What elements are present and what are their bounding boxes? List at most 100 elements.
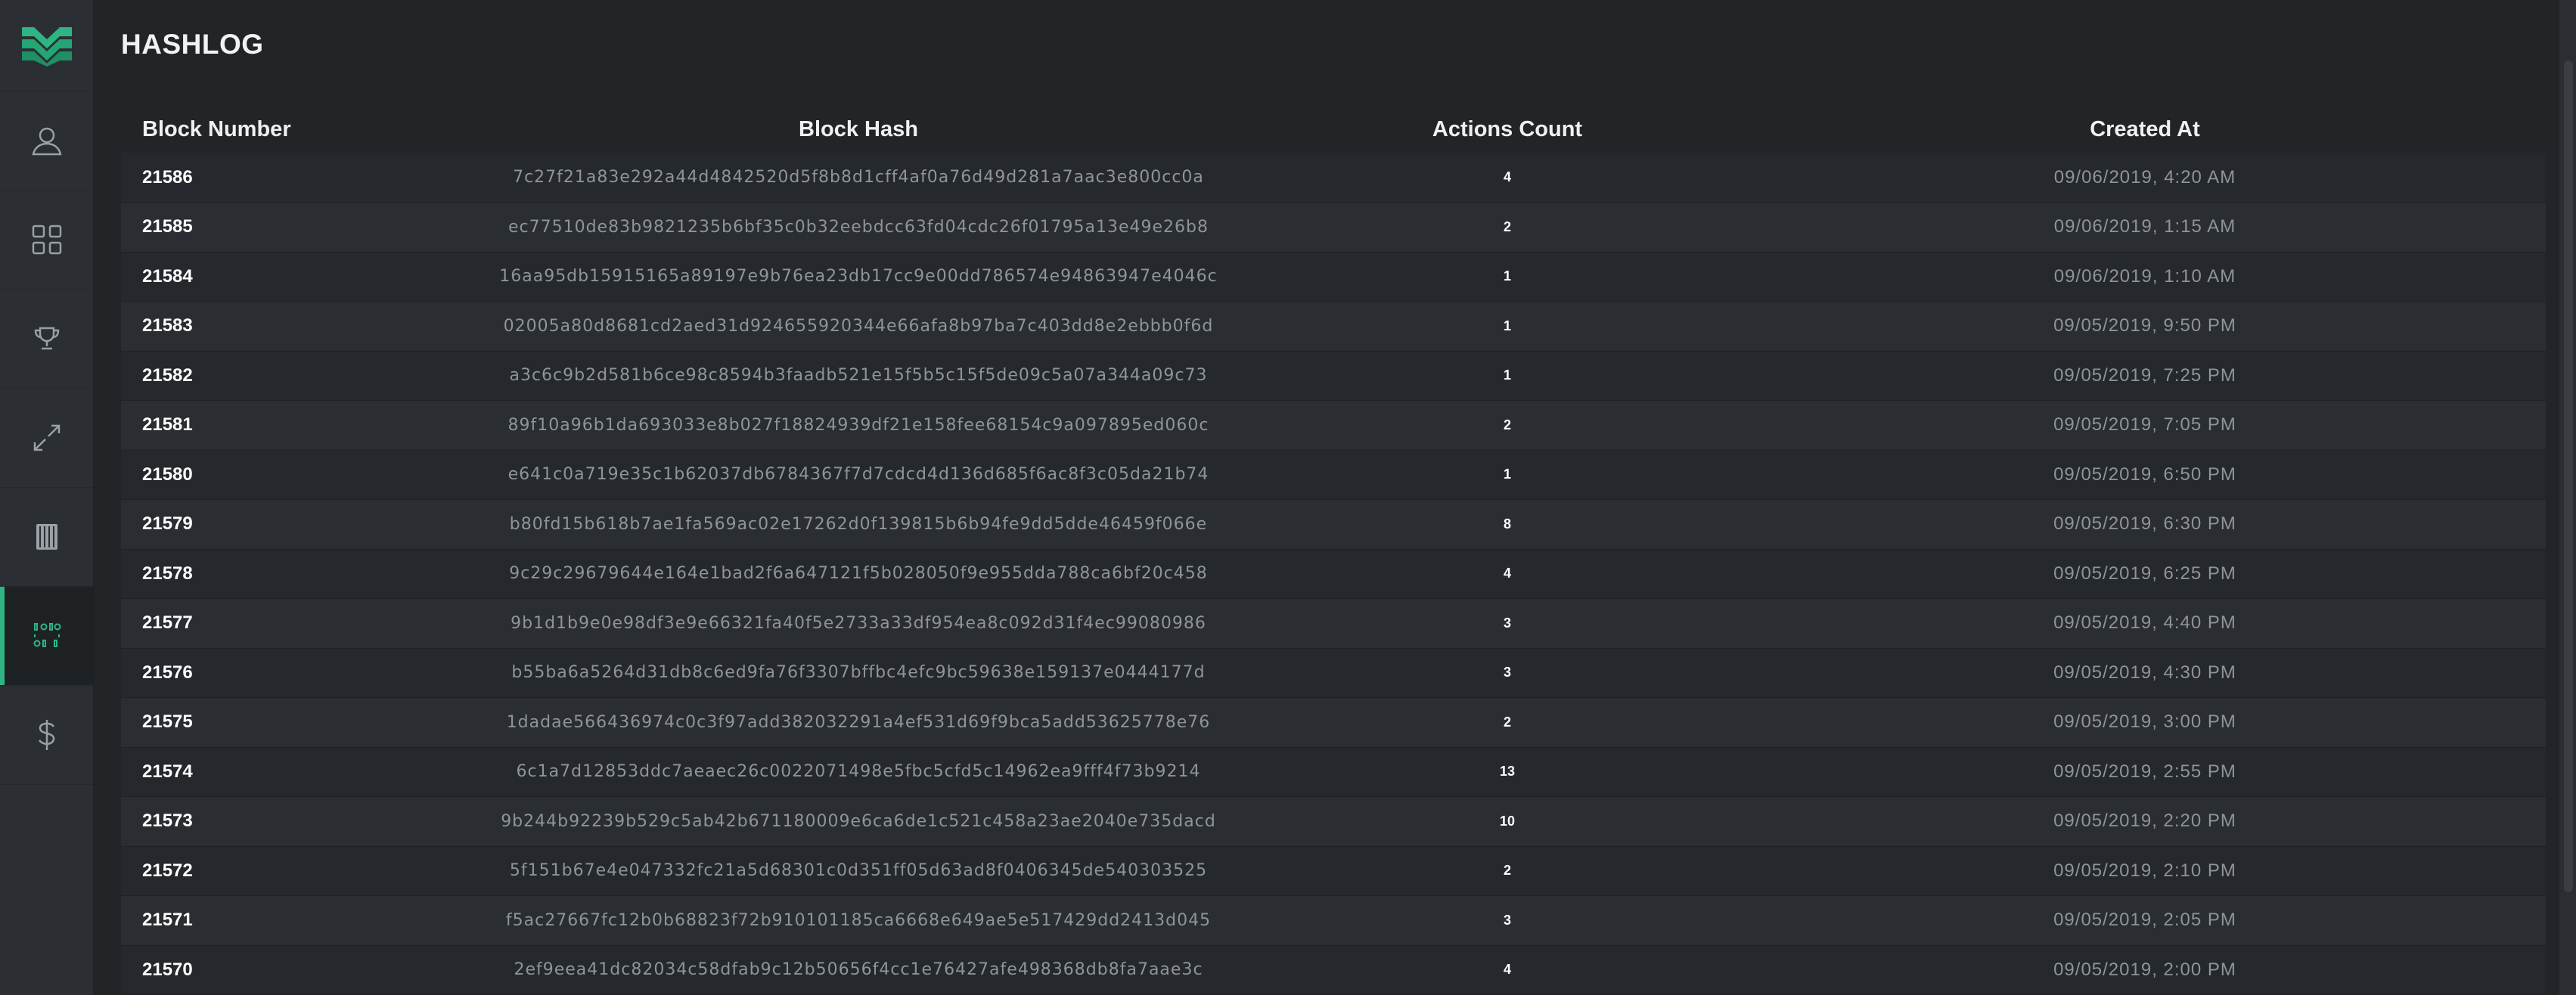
cell-actions-count: 2: [1271, 400, 1744, 451]
cell-block-hash: 1dadae566436974c0c3f97add382032291a4ef53…: [446, 697, 1271, 748]
cell-block-hash: a3c6c9b2d581b6ce98c8594b3faadb521e15f5b5…: [446, 351, 1271, 401]
cell-actions-count: 13: [1271, 747, 1744, 797]
cell-actions-count: 1: [1271, 301, 1744, 352]
table-body: 21586 7c27f21a83e292a44d4842520d5f8b8d1cf…: [121, 153, 2546, 995]
cell-created-at: 09/05/2019, 6:30 PM: [1744, 499, 2546, 550]
cell-created-at: 09/05/2019, 2:20 PM: [1744, 796, 2546, 847]
ledger-book-icon: [36, 524, 57, 550]
sidebar-item-ledger[interactable]: [0, 488, 93, 587]
cell-block-hash: 7c27f21a83e292a44d4842520d5f8b8d1cff4af0…: [446, 153, 1271, 203]
cell-block-hash: 9c29c29679644e164e1bad2f6a647121f5b02805…: [446, 549, 1271, 599]
cell-block-hash: 89f10a96b1da693033e8b027f18824939df21e15…: [446, 400, 1271, 451]
table-row[interactable]: 21576 b55ba6a5264d31db8c6ed9fa76f3307bffb…: [121, 648, 2546, 698]
table-row[interactable]: 21572 5f151b67e4e047332fc21a5d68301c0d351…: [121, 846, 2546, 896]
cell-block-number: 21582: [121, 351, 446, 401]
cell-actions-count: 1: [1271, 351, 1744, 401]
cell-actions-count: 3: [1271, 648, 1744, 698]
cell-actions-count: 2: [1271, 697, 1744, 748]
cell-actions-count: 4: [1271, 153, 1744, 203]
sidebar-item-transfers[interactable]: [0, 389, 93, 488]
table-row[interactable]: 21573 9b244b92239b529c5ab42b671180009e6ca…: [121, 796, 2546, 847]
table-row[interactable]: 21582 a3c6c9b2d581b6ce98c8594b3faadb521e1…: [121, 351, 2546, 401]
cell-block-number: 21580: [121, 450, 446, 500]
transfer-arrows-icon: [33, 424, 60, 451]
table-row[interactable]: 21585 ec77510de83b9821235b6bf35c0b32eebdc…: [121, 202, 2546, 253]
cell-block-hash: 2ef9eea41dc82034c58dfab9c12b50656f4cc1e7…: [446, 945, 1271, 995]
cell-block-number: 21583: [121, 301, 446, 352]
cell-created-at: 09/05/2019, 2:10 PM: [1744, 846, 2546, 896]
sidebar-item-dashboard[interactable]: [0, 191, 93, 290]
cell-block-hash: ec77510de83b9821235b6bf35c0b32eebdcc63fd…: [446, 202, 1271, 253]
cell-actions-count: 3: [1271, 895, 1744, 946]
cell-created-at: 09/05/2019, 7:05 PM: [1744, 400, 2546, 451]
hashlog-table-container: Block Number Block Hash Actions Count Cr…: [121, 106, 2546, 995]
cell-block-number: 21577: [121, 598, 446, 649]
user-icon: [31, 127, 62, 156]
cell-created-at: 09/05/2019, 6:25 PM: [1744, 549, 2546, 599]
table-header-row: Block Number Block Hash Actions Count Cr…: [121, 106, 2546, 153]
cell-block-hash: f5ac27667fc12b0b68823f72b910101185ca6668…: [446, 895, 1271, 946]
cell-block-hash: 6c1a7d12853ddc7aeaec26c0022071498e5fbc5c…: [446, 747, 1271, 797]
cell-block-hash: e641c0a719e35c1b62037db6784367f7d7cdcd4d…: [446, 450, 1271, 500]
cell-block-hash: 9b1d1b9e0e98df3e9e66321fa40f5e2733a33df9…: [446, 598, 1271, 649]
table-row[interactable]: 21580 e641c0a719e35c1b62037db6784367f7d7c…: [121, 450, 2546, 500]
table-row[interactable]: 21571 f5ac27667fc12b0b68823f72b910101185c…: [121, 895, 2546, 946]
cell-actions-count: 3: [1271, 598, 1744, 649]
table-row[interactable]: 21575 1dadae566436974c0c3f97add382032291a…: [121, 697, 2546, 748]
cell-actions-count: 1: [1271, 252, 1744, 302]
column-header-block-number[interactable]: Block Number: [121, 106, 446, 153]
brand-logo[interactable]: [0, 0, 93, 91]
cell-actions-count: 4: [1271, 945, 1744, 995]
cell-created-at: 09/05/2019, 7:25 PM: [1744, 351, 2546, 401]
scrollbar-thumb[interactable]: [2564, 60, 2573, 892]
table-row[interactable]: 21586 7c27f21a83e292a44d4842520d5f8b8d1cf…: [121, 153, 2546, 203]
cell-created-at: 09/06/2019, 1:15 AM: [1744, 202, 2546, 253]
column-header-created-at[interactable]: Created At: [1744, 106, 2546, 153]
main-content: HASHLOG Block Number Block Hash Actions …: [94, 0, 2576, 995]
table-row[interactable]: 21578 9c29c29679644e164e1bad2f6a647121f5b…: [121, 549, 2546, 599]
cell-block-hash: 02005a80d8681cd2aed31d924655920344e66afa…: [446, 301, 1271, 352]
dollar-icon: [38, 720, 54, 750]
table-row[interactable]: 21581 89f10a96b1da693033e8b027f18824939df…: [121, 400, 2546, 451]
cell-block-hash: 9b244b92239b529c5ab42b671180009e6ca6de1c…: [446, 796, 1271, 847]
column-header-block-hash[interactable]: Block Hash: [446, 106, 1271, 153]
binary-hash-icon: [33, 623, 61, 647]
cell-created-at: 09/06/2019, 1:10 AM: [1744, 252, 2546, 302]
cell-created-at: 09/05/2019, 4:30 PM: [1744, 648, 2546, 698]
cell-block-number: 21585: [121, 202, 446, 253]
trophy-icon: [34, 327, 59, 350]
table-row[interactable]: 21574 6c1a7d12853ddc7aeaec26c0022071498e5…: [121, 747, 2546, 797]
cell-actions-count: 10: [1271, 796, 1744, 847]
cell-block-number: 21578: [121, 549, 446, 599]
cell-created-at: 09/05/2019, 2:55 PM: [1744, 747, 2546, 797]
sidebar-item-hashlog[interactable]: [0, 587, 93, 686]
dashboard-grid-icon: [32, 225, 61, 255]
table-row[interactable]: 21579 b80fd15b618b7ae1fa569ac02e17262d0f1…: [121, 499, 2546, 550]
cell-created-at: 09/05/2019, 2:00 PM: [1744, 945, 2546, 995]
column-header-actions-count[interactable]: Actions Count: [1271, 106, 1744, 153]
cell-created-at: 09/06/2019, 4:20 AM: [1744, 153, 2546, 203]
hashlog-table: Block Number Block Hash Actions Count Cr…: [121, 106, 2546, 995]
cell-created-at: 09/05/2019, 6:50 PM: [1744, 450, 2546, 500]
cell-created-at: 09/05/2019, 3:00 PM: [1744, 697, 2546, 748]
table-row[interactable]: 21584 16aa95db15915165a89197e9b76ea23db17…: [121, 252, 2546, 302]
table-row[interactable]: 21583 02005a80d8681cd2aed31d924655920344e…: [121, 301, 2546, 352]
cell-created-at: 09/05/2019, 4:40 PM: [1744, 598, 2546, 649]
table-row[interactable]: 21577 9b1d1b9e0e98df3e9e66321fa40f5e2733a…: [121, 598, 2546, 649]
cell-created-at: 09/05/2019, 9:50 PM: [1744, 301, 2546, 352]
cell-block-number: 21570: [121, 945, 446, 995]
cell-actions-count: 2: [1271, 846, 1744, 896]
cell-block-number: 21575: [121, 697, 446, 748]
sidebar-item-rankings[interactable]: [0, 290, 93, 389]
cell-block-hash: b55ba6a5264d31db8c6ed9fa76f3307bffbc4efc…: [446, 648, 1271, 698]
sidebar-item-finance[interactable]: [0, 686, 93, 785]
sidebar-item-profile[interactable]: [0, 91, 93, 191]
brand-logo-icon: [21, 27, 72, 67]
cell-block-number: 21584: [121, 252, 446, 302]
table-row[interactable]: 21570 2ef9eea41dc82034c58dfab9c12b50656f4…: [121, 945, 2546, 995]
app-root: HASHLOG Block Number Block Hash Actions …: [0, 0, 2576, 995]
cell-block-number: 21579: [121, 499, 446, 550]
vertical-scrollbar[interactable]: [2559, 0, 2576, 995]
cell-actions-count: 8: [1271, 499, 1744, 550]
page-title: HASHLOG: [121, 29, 264, 60]
